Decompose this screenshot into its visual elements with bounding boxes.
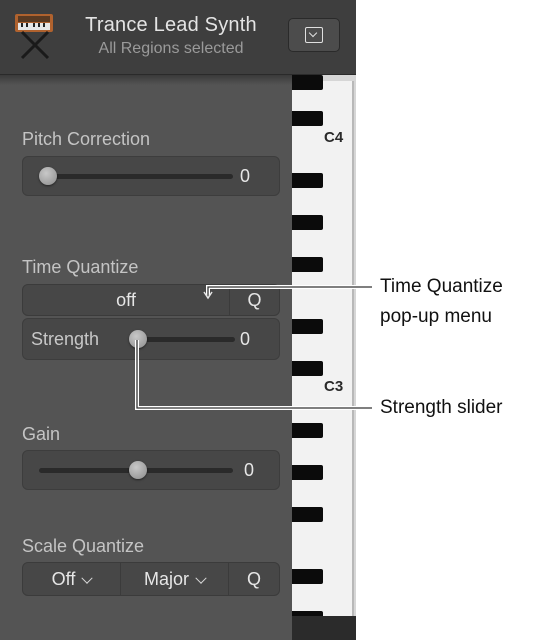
pitch-correction-label: Pitch Correction [22, 129, 151, 149]
gain-control: 0 [22, 450, 280, 490]
inspector-menu-button[interactable] [288, 18, 340, 52]
piano-black-key[interactable] [292, 173, 323, 188]
piano-black-key[interactable] [292, 423, 323, 438]
track-name: Trance Lead Synth [85, 14, 257, 36]
synthesizer-keyboard-icon [15, 14, 53, 60]
piano-keyboard[interactable]: C4 C3 [292, 75, 356, 640]
scale-quantize-label: Scale Quantize [22, 536, 145, 556]
piano-black-key[interactable] [292, 569, 323, 584]
piano-black-key[interactable] [292, 319, 323, 334]
scale-quantize-q-label: Q [246, 569, 261, 589]
gain-slider-knob[interactable] [129, 461, 147, 479]
selection-status: All Regions selected [98, 40, 244, 57]
chevron-down-icon [195, 572, 207, 584]
time-quantize-q-button[interactable]: Q [229, 284, 280, 316]
strength-value: 0 [240, 329, 251, 349]
time-quantize-q-label: Q [247, 290, 262, 310]
piano-white-key[interactable] [292, 183, 354, 218]
piano-white-key[interactable] [292, 387, 354, 422]
inspector-header: Trance Lead Synth All Regions selected [0, 0, 356, 75]
strength-control: Strength 0 [22, 318, 280, 360]
time-quantize-popup[interactable]: off [22, 284, 230, 316]
piano-black-key[interactable] [292, 361, 323, 376]
pitch-correction-slider-knob[interactable] [39, 167, 57, 185]
time-quantize-label: Time Quantize [22, 257, 139, 277]
piano-black-key[interactable] [292, 257, 323, 272]
scale-quantize-mode-popup[interactable]: Off [22, 562, 121, 596]
piano-white-key[interactable] [292, 285, 354, 320]
piano-black-key[interactable] [292, 75, 323, 90]
pitch-correction-value: 0 [240, 166, 251, 186]
piano-black-key[interactable] [292, 215, 323, 230]
pitch-correction-track[interactable] [41, 174, 233, 179]
scale-quantize-scale-value: Major [143, 569, 189, 589]
piano-black-key[interactable] [292, 507, 323, 522]
chevron-down-icon [305, 27, 323, 43]
piano-black-key[interactable] [292, 465, 323, 480]
gain-label: Gain [22, 424, 61, 444]
piano-white-key[interactable] [292, 523, 354, 558]
scale-quantize-mode-value: Off [51, 569, 76, 589]
key-label-c4: C4 [324, 129, 344, 146]
pitch-correction-control: 0 [22, 156, 280, 196]
time-quantize-popup-value: off [116, 290, 136, 310]
strength-label: Strength [31, 329, 100, 349]
callout-strength: Strength slider [380, 397, 503, 418]
key-label-c3: C3 [324, 378, 344, 395]
chevron-down-icon [81, 572, 94, 584]
strength-slider-knob[interactable] [129, 330, 147, 348]
gain-value: 0 [244, 460, 255, 480]
piano-black-key[interactable] [292, 111, 323, 126]
callout-time-quantize-line2: pop-up menu [380, 306, 492, 327]
callout-time-quantize-line1: Time Quantize [380, 276, 503, 297]
scale-quantize-scale-popup[interactable]: Major [120, 562, 229, 596]
scale-quantize-q-button[interactable]: Q [228, 562, 280, 596]
